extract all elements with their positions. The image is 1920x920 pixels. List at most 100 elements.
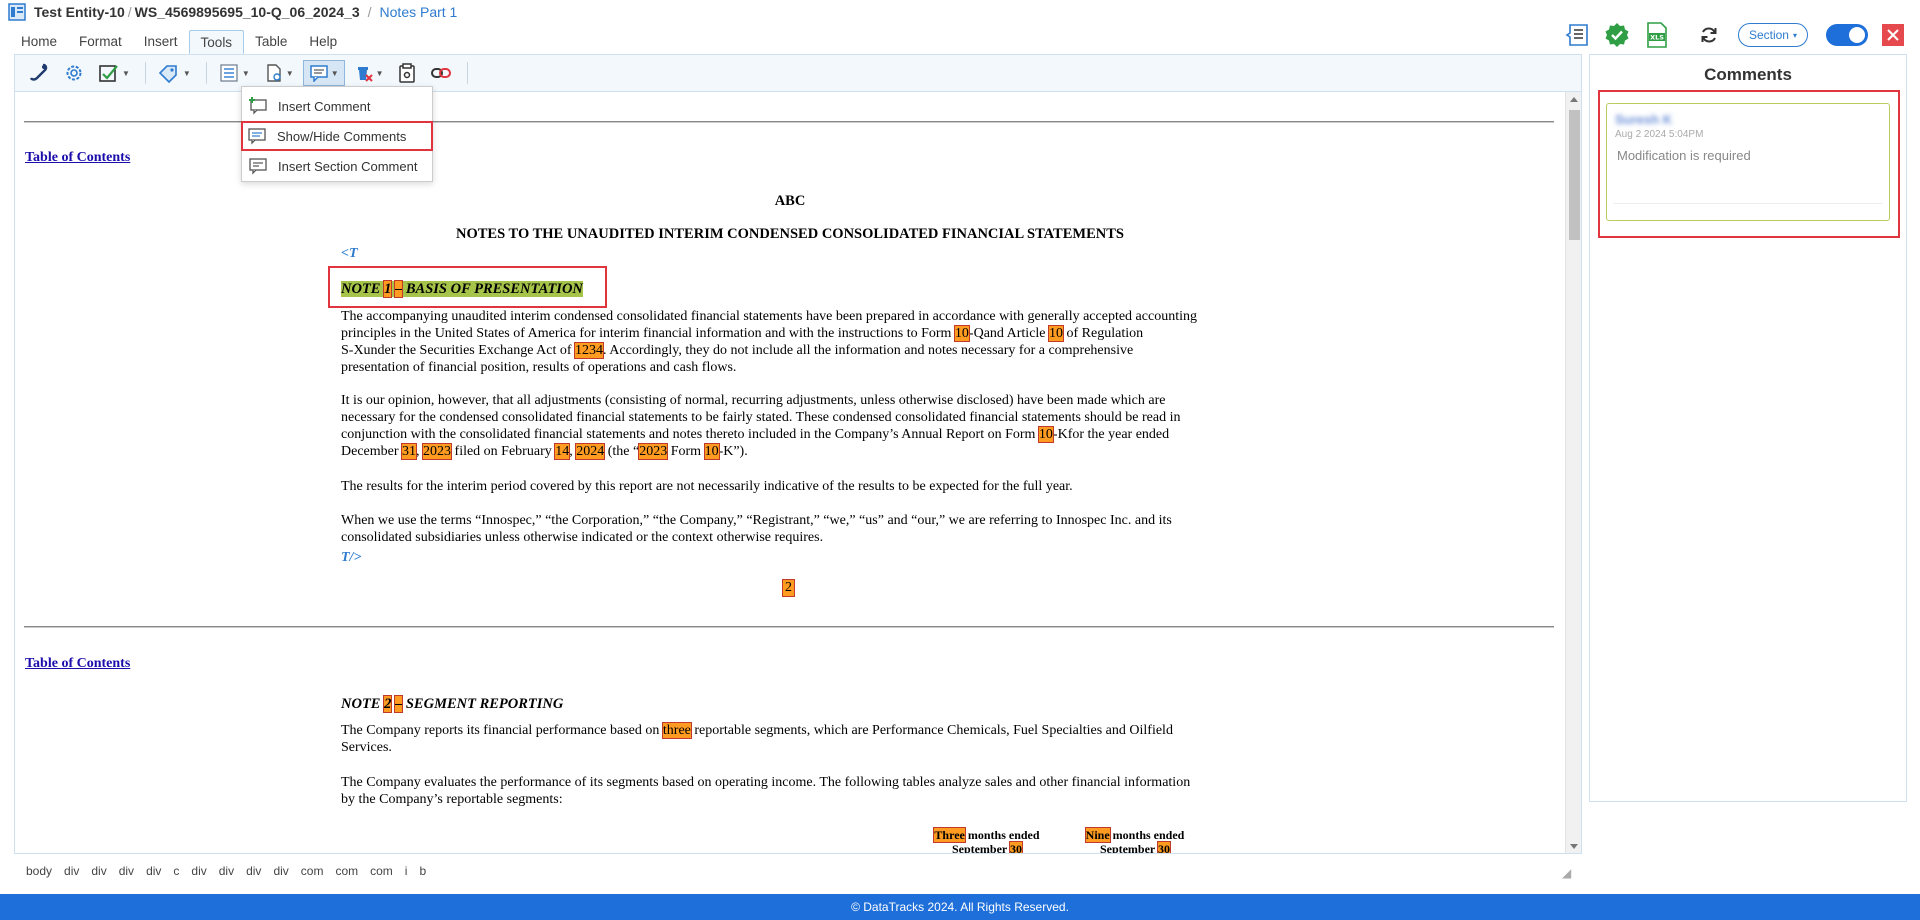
tag-close-marker[interactable]: T/>: [341, 550, 361, 566]
refresh-icon: [1701, 27, 1717, 43]
path-item[interactable]: div: [191, 864, 206, 878]
highlighted-value: 30: [1157, 841, 1172, 854]
element-path-bar: body div div div div c div div div div c…: [26, 862, 438, 880]
note-2-number: 2: [383, 695, 393, 713]
table-column-header-nine-months: Nine months ended September 30: [1075, 827, 1195, 854]
menu-item-show-hide-comments[interactable]: Show/Hide Comments: [241, 121, 433, 151]
text-line: presentation of financial position, resu…: [341, 360, 737, 375]
scrollbar-thumb[interactable]: [1569, 110, 1580, 240]
path-item[interactable]: com: [370, 864, 393, 878]
path-item[interactable]: div: [273, 864, 288, 878]
note-2-title: SEGMENT REPORTING: [402, 696, 564, 712]
document-tool-button[interactable]: ▼: [259, 60, 299, 86]
menu-item-insert-section-comment[interactable]: Insert Section Comment: [242, 151, 432, 181]
close-button[interactable]: [1882, 24, 1904, 46]
clipboard-icon: [398, 63, 415, 83]
comment-add-icon: [249, 97, 267, 115]
scroll-down-arrow-icon[interactable]: [1570, 844, 1578, 849]
menu-item-label: Show/Hide Comments: [277, 128, 407, 144]
mode-toggle[interactable]: [1826, 24, 1868, 46]
breadcrumb-separator: /: [367, 4, 372, 20]
settings-tool-button[interactable]: [59, 60, 89, 86]
toolbar-divider: [205, 62, 207, 84]
paragraph-segment-1[interactable]: The Company reports its financial perfor…: [341, 722, 1241, 756]
text-line: Three months ended: [927, 827, 1047, 843]
link-tool-button[interactable]: [23, 60, 55, 86]
note-1-prefix: NOTE: [341, 281, 385, 297]
clipboard-tool-button[interactable]: [393, 60, 421, 86]
breadcrumb-workspace[interactable]: WS_4569895695_10-Q_06_2024_3: [135, 4, 360, 20]
text-run: ,: [416, 444, 424, 459]
list-tool-button[interactable]: ▼: [213, 60, 255, 86]
chain-link-tool-button[interactable]: [425, 60, 457, 86]
menu-tab-format[interactable]: Format: [68, 30, 133, 54]
path-item[interactable]: c: [173, 864, 179, 878]
highlighted-value: 30: [1009, 841, 1024, 854]
highlighted-value: 2023: [638, 443, 669, 460]
menu-tab-tools[interactable]: Tools: [188, 30, 245, 54]
path-item[interactable]: com: [335, 864, 358, 878]
menu-tab-home[interactable]: Home: [10, 30, 68, 54]
path-item[interactable]: div: [246, 864, 261, 878]
note-1-heading[interactable]: NOTE 1 – BASIS OF PRESENTATION: [341, 280, 583, 298]
page-number: 2: [782, 579, 795, 597]
comments-panel-button[interactable]: [1560, 20, 1594, 50]
path-item[interactable]: div: [64, 864, 79, 878]
text-run: -K”).: [718, 444, 748, 459]
path-item[interactable]: i: [405, 864, 408, 878]
text-run: (the “: [604, 444, 640, 459]
note-2-heading[interactable]: NOTE 2 – SEGMENT REPORTING: [341, 695, 564, 713]
notes-main-title: NOTES TO THE UNAUDITED INTERIM CONDENSED…: [456, 226, 1124, 242]
path-item[interactable]: div: [219, 864, 234, 878]
tag-tool-button[interactable]: ▼: [152, 60, 196, 86]
comment-icon: [248, 128, 266, 145]
comments-panel-title: Comments: [1704, 65, 1792, 84]
tag-open-marker[interactable]: <T: [341, 246, 358, 262]
path-item[interactable]: body: [26, 864, 52, 878]
paragraph-segment-2[interactable]: The Company evaluates the performance of…: [341, 774, 1241, 808]
menu-item-insert-comment[interactable]: Insert Comment: [242, 91, 432, 121]
delete-tool-button[interactable]: ▼: [349, 60, 389, 86]
path-item[interactable]: div: [91, 864, 106, 878]
text-line: necessary for the condensed consolidated…: [341, 410, 1181, 425]
scroll-up-arrow-icon[interactable]: [1570, 97, 1578, 102]
toggle-knob: [1849, 27, 1865, 43]
highlighted-value: 10: [1037, 426, 1054, 443]
path-item[interactable]: b: [419, 864, 426, 878]
footer: © DataTracks 2024. All Rights Reserved.: [0, 894, 1920, 920]
paragraph-basis-2[interactable]: It is our opinion, however, that all adj…: [341, 392, 1241, 460]
export-xls-button[interactable]: XLS: [1640, 20, 1674, 50]
menu-tab-table[interactable]: Table: [244, 30, 298, 54]
highlighted-value: 1234: [574, 342, 605, 359]
table-of-contents-link[interactable]: Table of Contents: [25, 150, 130, 166]
checkbox-tool-button[interactable]: ▼: [93, 60, 135, 86]
trash-x-icon: [357, 67, 373, 82]
menu-tab-insert[interactable]: Insert: [133, 30, 189, 54]
vertical-scrollbar[interactable]: [1565, 92, 1581, 853]
path-item[interactable]: div: [119, 864, 134, 878]
resize-grip-icon[interactable]: ◢: [1562, 866, 1571, 880]
path-item[interactable]: com: [301, 864, 324, 878]
text-line: principles in the United States of Ameri…: [341, 325, 1241, 342]
section-dropdown-button[interactable]: Section ▾: [1737, 23, 1808, 47]
chevron-down-icon: ▼: [241, 68, 250, 78]
note-1-title: BASIS OF PRESENTATION: [402, 281, 583, 297]
table-of-contents-link[interactable]: Table of Contents: [25, 656, 130, 672]
breadcrumb-document[interactable]: Notes Part 1: [380, 4, 458, 20]
paragraph-basis-1[interactable]: The accompanying unaudited interim conde…: [341, 308, 1241, 376]
highlighted-value: 14: [554, 443, 571, 460]
menu-tab-help[interactable]: Help: [298, 30, 348, 54]
text-run: December: [341, 444, 403, 459]
document-content[interactable]: Table of Contents ABC NOTES TO THE UNAUD…: [15, 92, 1565, 854]
comment-icon: [309, 65, 328, 82]
path-item[interactable]: div: [146, 864, 161, 878]
text-run: . Accordingly, they do not include all t…: [603, 343, 1134, 358]
document-editor[interactable]: Table of Contents ABC NOTES TO THE UNAUD…: [14, 92, 1582, 854]
validate-button[interactable]: [1600, 20, 1634, 50]
text-line: by the Company’s reportable segments:: [341, 792, 563, 807]
refresh-button[interactable]: [1692, 20, 1726, 50]
comment-tool-button[interactable]: ▼: [302, 60, 345, 86]
paragraph-basis-4[interactable]: When we use the terms “Innospec,” “the C…: [341, 512, 1241, 546]
paragraph-basis-3[interactable]: The results for the interim period cover…: [341, 478, 1241, 495]
breadcrumb-entity[interactable]: Test Entity-10: [34, 4, 125, 20]
